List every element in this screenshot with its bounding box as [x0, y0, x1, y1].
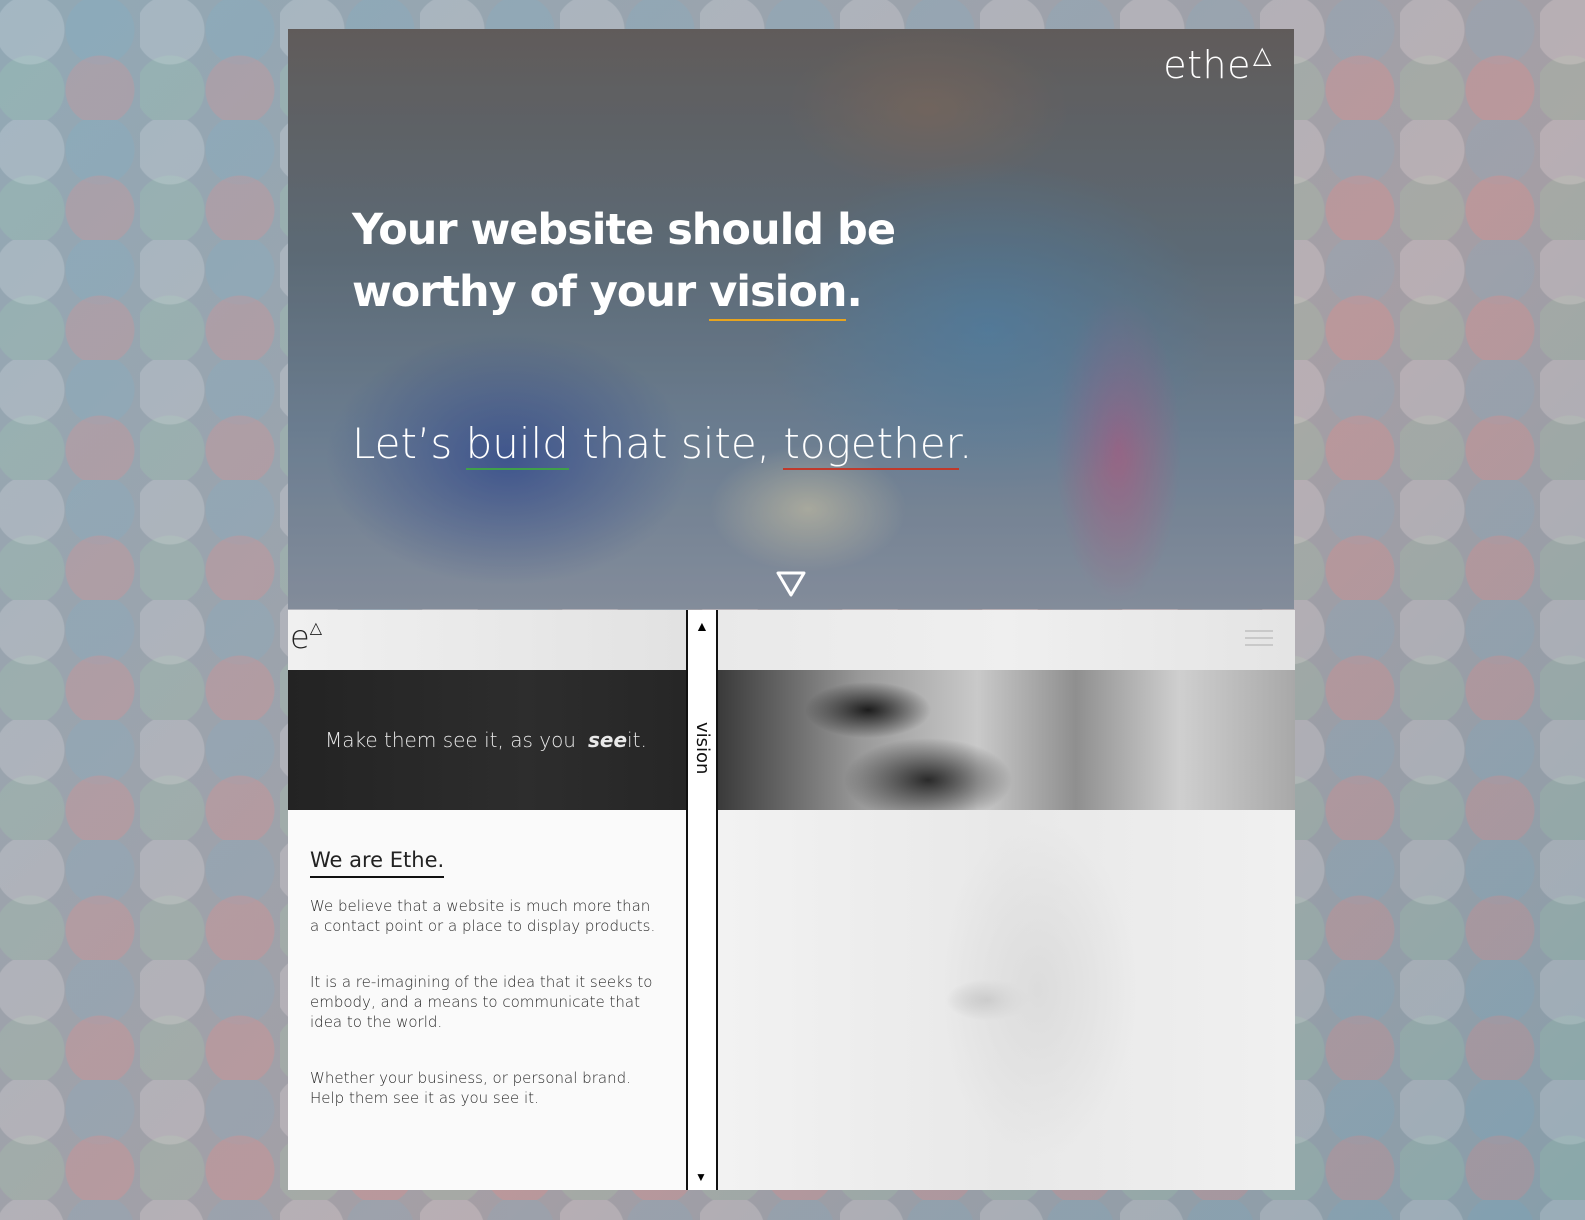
- tagline-banner: Make them see it, as you see it.: [288, 670, 686, 810]
- headline-period: .: [846, 267, 862, 317]
- about-title: We are Ethe.: [310, 848, 445, 878]
- divider-label: vision: [692, 722, 713, 775]
- subline-together: together: [783, 419, 959, 470]
- subline-pre: Let’s: [352, 419, 466, 468]
- panel-logo[interactable]: e △: [290, 618, 322, 656]
- panel-logo-triangle-icon: △: [309, 618, 322, 637]
- panel-logo-text: e: [290, 618, 310, 656]
- hero-logo[interactable]: ethe △: [1163, 41, 1272, 87]
- portrait-image-band: [718, 670, 1295, 810]
- about-paragraph-3: Whether your business, or personal brand…: [310, 1069, 631, 1107]
- hero-subline: Let’s build that site, together.: [352, 419, 973, 470]
- triangle-down-icon[interactable]: [774, 569, 808, 599]
- hero-headline: Your website should be worthy of your vi…: [352, 199, 912, 323]
- hero-section: ethe △ Your website should be worthy of …: [288, 29, 1294, 609]
- headline-line1: Your website should be: [352, 205, 896, 255]
- about-panel: e △ Make them see it, as you see it. We a…: [288, 610, 686, 1190]
- portrait-panel: [718, 610, 1295, 1190]
- scroll-down-icon[interactable]: ▼: [695, 1170, 707, 1184]
- tagline-post: it.: [627, 728, 647, 752]
- subline-build: build: [465, 419, 569, 470]
- portrait-image-faded: [718, 810, 1295, 1190]
- scroll-up-icon[interactable]: ▲: [695, 618, 709, 634]
- menu-icon[interactable]: [1245, 630, 1273, 651]
- about-paragraph-2: It is a re-imagining of the idea that it…: [310, 973, 653, 1031]
- headline-highlight: vision: [709, 267, 847, 321]
- logo-text: ethe: [1163, 43, 1252, 87]
- subline-mid: that site,: [568, 419, 784, 468]
- about-paragraph-1: We believe that a website is much more t…: [310, 897, 656, 935]
- vertical-scroll-divider[interactable]: ▲ vision ▼: [686, 610, 718, 1190]
- subline-end: .: [958, 419, 973, 468]
- about-content: We are Ethe. We believe that a website i…: [288, 810, 686, 1108]
- tagline-pre: Make them see it, as you: [325, 728, 576, 752]
- portrait-header: [718, 610, 1295, 670]
- headline-line2: worthy of your: [352, 267, 710, 317]
- tagline-see: see: [588, 728, 628, 752]
- logo-triangle-icon: △: [1253, 41, 1272, 69]
- panel-header: e △: [288, 610, 686, 670]
